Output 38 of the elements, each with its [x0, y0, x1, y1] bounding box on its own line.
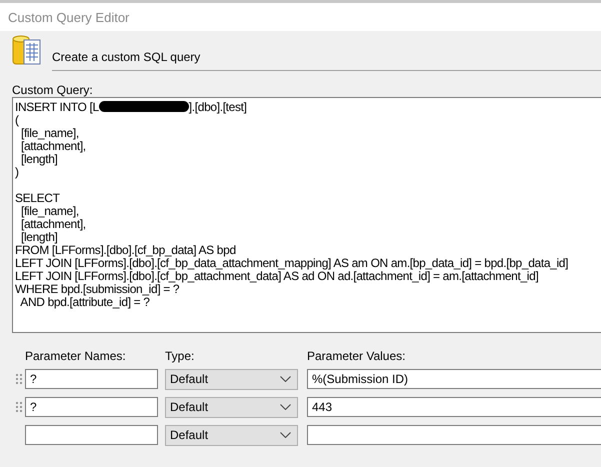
name-field[interactable]: ? [25, 397, 158, 417]
code-line: LEFT JOIN [LFForms].[dbo].[cf_bp_attachment_data] AS ad ON ad.[attachment_id] = am.[attachment_id] [15, 269, 538, 283]
column-header: Parameter Names: [25, 349, 127, 363]
type-dropdown[interactable]: Default [165, 396, 298, 418]
code-line: WHERE bpd.[submission_id] = ? [15, 282, 180, 296]
code-line: FROM [LFForms].[dbo].[cf_bp_data] AS bpd [15, 243, 236, 257]
window-title: Custom Query Editor [8, 10, 130, 24]
code-line: AND bpd.[attribute_id] = ? [19, 295, 150, 309]
code-line: [attachment], [20, 217, 86, 231]
code-line: [attachment], [20, 139, 86, 153]
drag-handle-icon[interactable] [16, 402, 22, 412]
value-field[interactable]: 443 [307, 397, 601, 417]
code-line: [file_name], [20, 126, 79, 140]
name-field[interactable] [25, 425, 158, 445]
code-line: LEFT JOIN [LFForms].[dbo].[cf_bp_data_attachment_mapping] AS am ON am.[bp_data_id] = bpd.[bp_data_id] [15, 256, 568, 270]
code-line: SELECT [15, 191, 60, 205]
code-line: INSERT INTO [L [15, 100, 99, 114]
column-header: Parameter Values: [307, 349, 406, 363]
drag-handle-icon[interactable] [16, 374, 22, 384]
code-line: [length] [20, 230, 58, 244]
code-line: ) [15, 165, 19, 179]
query-editor[interactable] [12, 97, 601, 333]
chevron-down-icon [280, 432, 291, 438]
code-line: ( [15, 113, 19, 127]
code-line: [file_name], [20, 204, 79, 218]
chevron-down-icon [280, 376, 291, 382]
value-field[interactable]: %(Submission ID) [307, 369, 601, 389]
code-line: [length] [20, 152, 58, 166]
name-field[interactable]: ? [25, 369, 158, 389]
column-header: Type: [165, 349, 196, 363]
dialog-heading: Create a custom SQL query [52, 50, 200, 64]
type-dropdown[interactable]: Default [165, 368, 298, 390]
code-line: ].[dbo].[test] [188, 100, 247, 114]
chevron-down-icon [280, 404, 291, 410]
database-document-icon [12, 35, 42, 67]
value-field[interactable] [307, 425, 601, 445]
custom-query-label: Custom Query: [12, 83, 94, 97]
type-dropdown[interactable]: Default [165, 424, 298, 446]
